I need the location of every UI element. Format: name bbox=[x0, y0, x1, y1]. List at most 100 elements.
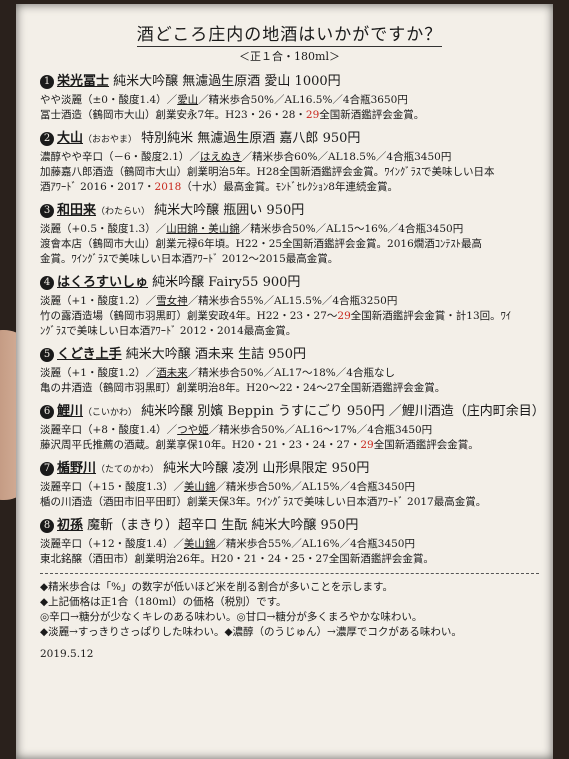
brewery-line: 亀の井酒造（鶴岡市羽黒町）創業明治8年。H20～22・24～27全国新酒鑑評会金… bbox=[40, 381, 539, 396]
brewery-line: 藤沢周平氏推薦の酒蔵。創業享保10年。H20・21・23・24・27・29全国新… bbox=[40, 438, 539, 453]
brand-name: 初孫 bbox=[57, 518, 84, 533]
entry-heading: 1 栄光冨士 純米大吟醸 無濾過生原酒 愛山 1000円 bbox=[40, 72, 539, 93]
spec-line: 濃醇やや辛口（－6・酸度2.1）／はえぬき／精米歩合60%／AL18.5%／4合… bbox=[40, 150, 539, 165]
sake-description: 純米大吟醸 瓶囲い 950円 bbox=[154, 203, 305, 218]
sake-description: 純米大吟醸 凌冽 山形県限定 950円 bbox=[163, 461, 370, 476]
taste-profile: 淡麗辛口（+12・酸度1.4）／ bbox=[40, 538, 184, 550]
entry-heading: 4 はくろすいしゅ 純米吟醸 Fairy55 900円 bbox=[40, 273, 539, 294]
brand-reading: （こいかわ） bbox=[83, 408, 138, 418]
spec-details: ／精米歩合50%／AL16～17%／4合瓶3450円 bbox=[208, 424, 433, 436]
brewery-info-cont: 全国新酒鑑評会金賞。 bbox=[319, 109, 425, 121]
entry-number: 6 bbox=[40, 405, 54, 419]
entry-number: 8 bbox=[40, 519, 54, 533]
note-1: ◆精米歩合は「%」の数字が低いほど米を削る割合が多いことを示します。 bbox=[40, 581, 394, 593]
brand-name: はくろすいしゅ bbox=[57, 275, 149, 290]
sake-description: 純米大吟醸 酒未来 生詰 950円 bbox=[125, 347, 306, 362]
brand-reading: （たてのかわ） bbox=[96, 465, 160, 475]
sake-description: 純米吟醸 Fairy55 900円 bbox=[152, 275, 301, 290]
brand-name: 鯉川 bbox=[57, 404, 84, 419]
award-line: 金賞。ﾜｲﾝｸﾞﾗｽで美味しい日本酒ｱﾜｰﾄﾞ 2012～2015最高金賞。 bbox=[40, 252, 539, 267]
brewery-line: 東北銘醸（酒田市）創業明治26年。H20・21・24・25・27全国新酒鑑評会金… bbox=[40, 552, 539, 567]
brewery-info: 冨士酒造（鶴岡市大山）創業安永7年。H23・26・28・ bbox=[40, 109, 306, 121]
spec-details: ／精米歩合55%／AL15.5%／4合瓶3250円 bbox=[187, 295, 398, 307]
rice-variety: 雪女神 bbox=[156, 295, 188, 307]
menu-date: 2019.5.12 bbox=[40, 648, 94, 660]
brewery-line: 冨士酒造（鶴岡市大山）創業安永7年。H23・26・28・29全国新酒鑑評会金賞。 bbox=[40, 108, 539, 123]
brewery-info: 亀の井酒造（鶴岡市羽黒町）創業明治8年。H20～22・24～27全国新酒鑑評会金… bbox=[40, 382, 446, 394]
rice-variety: 酒未来 bbox=[156, 367, 188, 379]
taste-profile: 淡麗（+1・酸度1.2）／ bbox=[40, 295, 157, 307]
spec-details: ／精米歩合50%／AL15%／4合瓶3450円 bbox=[215, 481, 415, 493]
entry-number: 2 bbox=[40, 132, 54, 146]
rice-variety: はえぬき bbox=[199, 151, 242, 163]
entry-heading: 8 初孫 魔斬（まきり）超辛口 生酛 純米大吟醸 950円 bbox=[40, 516, 539, 537]
sake-entry: 4 はくろすいしゅ 純米吟醸 Fairy55 900円 淡麗（+1・酸度1.2）／雪… bbox=[40, 273, 539, 339]
spec-line: やや淡麗（±0・酸度1.4）／愛山／精米歩合50%／AL16.5%／4合瓶365… bbox=[40, 93, 539, 108]
menu-title: 酒どころ庄内の地酒はいかがですか？ bbox=[136, 25, 443, 47]
entry-heading: 7 楯野川（たてのかわ） 純米大吟醸 凌冽 山形県限定 950円 bbox=[40, 459, 539, 480]
notes: ◆精米歩合は「%」の数字が低いほど米を削る割合が多いことを示します。 ◆上記価格… bbox=[40, 573, 539, 640]
highlight-year: 2018 bbox=[154, 181, 182, 193]
sake-entry: 6 鯉川（こいかわ） 純米吟醸 別嬪 Beppin うすにごり 950円 ／鯉川酒… bbox=[40, 402, 545, 453]
note-4: ◆淡麗→すっきりさっぱりした味わい。◆濃醇（のうじゅん）→濃厚でコクがある味わい… bbox=[40, 626, 462, 638]
note-2: ◆上記価格は正1合（180ml）の価格（税別）です。 bbox=[40, 596, 287, 608]
sake-entry: 5 くどき上手 純米大吟醸 酒未来 生詰 950円 淡麗（+1・酸度1.2）／酒未来… bbox=[40, 345, 539, 396]
spec-details: ／精米歩合50%／AL17～18%／4合瓶なし bbox=[187, 367, 395, 379]
brand-name: 和田来 bbox=[57, 203, 97, 218]
spec-line: 淡麗辛口（+12・酸度1.4）／美山錦／精米歩合55%／AL16%／4合瓶345… bbox=[40, 537, 539, 552]
brand-name: 栄光冨士 bbox=[57, 74, 110, 89]
award-info-cont: （十水）最高金賞。ﾓﾝﾄﾞｾﾚｸｼｮﾝ8年連続金賞。 bbox=[181, 181, 398, 193]
brewery-info: 加藤嘉八郎酒造（鶴岡市大山）創業明治5年。H28全国新酒鑑評会金賞。ﾜｲﾝｸﾞﾗ… bbox=[40, 166, 495, 178]
brewery-info-cont: 全国新酒鑑評会金賞。 bbox=[373, 439, 479, 451]
taste-profile: やや淡麗（±0・酸度1.4）／ bbox=[40, 94, 178, 106]
brand-name: 大山 bbox=[57, 131, 84, 146]
spec-details: ／精米歩合55%／AL16%／4合瓶3450円 bbox=[215, 538, 415, 550]
brewery-info: 楯の川酒造（酒田市旧平田町）創業天保3年。ﾜｲﾝｸﾞﾗｽで美味しい日本酒ｱﾜｰﾄ… bbox=[40, 496, 487, 508]
sake-description: 特別純米 無濾過生原酒 嘉八郎 950円 bbox=[141, 131, 361, 146]
sake-description: 純米吟醸 別嬪 Beppin うすにごり 950円 ／鯉川酒造（庄内町余目） bbox=[141, 404, 545, 419]
rice-variety: 美山錦 bbox=[183, 538, 216, 550]
award-info: ﾝｸﾞﾗｽで美味しい日本酒ｱﾜｰﾄﾞ 2012・2014最高金賞。 bbox=[40, 325, 297, 337]
serving-size: ＜正１合・180ml＞ bbox=[239, 50, 340, 63]
entry-number: 7 bbox=[40, 462, 54, 476]
brand-name: くどき上手 bbox=[57, 347, 122, 362]
spec-line: 淡麗辛口（+8・酸度1.4）／つや姫／精米歩合50%／AL16～17%／4合瓶3… bbox=[40, 423, 539, 438]
spec-line: 淡麗（+0.5・酸度1.3）／山田錦・美山錦／精米歩合50%／AL15～16%／… bbox=[40, 222, 539, 237]
brand-reading: （おおやま） bbox=[83, 135, 138, 145]
taste-profile: 淡麗辛口（+15・酸度1.3）／ bbox=[40, 481, 184, 493]
spec-details: ／精米歩合50%／AL16.5%／4合瓶3650円 bbox=[198, 94, 408, 106]
brand-reading: （わたらい） bbox=[96, 207, 151, 217]
entry-heading: 5 くどき上手 純米大吟醸 酒未来 生詰 950円 bbox=[40, 345, 539, 366]
entry-heading: 2 大山（おおやま） 特別純米 無濾過生原酒 嘉八郎 950円 bbox=[40, 129, 539, 150]
sake-entry: 8 初孫 魔斬（まきり）超辛口 生酛 純米大吟醸 950円 淡麗辛口（+12・酸度1… bbox=[40, 516, 539, 567]
spec-line: 淡麗辛口（+15・酸度1.3）／美山錦／精米歩合50%／AL15%／4合瓶345… bbox=[40, 480, 539, 495]
entry-heading: 3 和田来（わたらい） 純米大吟醸 瓶囲い 950円 bbox=[40, 201, 539, 222]
taste-profile: 濃醇やや辛口（－6・酸度2.1）／ bbox=[40, 151, 200, 163]
spec-details: ／精米歩合50%／AL15～16%／4合瓶3450円 bbox=[239, 223, 464, 235]
menu-sheet: 酒どころ庄内の地酒はいかがですか？ ＜正１合・180ml＞ 1 栄光冨士 純米大吟… bbox=[16, 4, 553, 759]
sake-description: 魔斬（まきり）超辛口 生酛 純米大吟醸 950円 bbox=[87, 518, 359, 533]
highlight-year: 29 bbox=[337, 310, 351, 322]
brewery-info: 藤沢周平氏推薦の酒蔵。創業享保10年。H20・21・23・24・27・ bbox=[40, 439, 361, 451]
sake-list: 1 栄光冨士 純米大吟醸 無濾過生原酒 愛山 1000円 やや淡麗（±0・酸度1.4… bbox=[40, 72, 545, 567]
sake-entry: 7 楯野川（たてのかわ） 純米大吟醸 凌冽 山形県限定 950円 淡麗辛口（+15・… bbox=[40, 459, 539, 510]
entry-heading: 6 鯉川（こいかわ） 純米吟醸 別嬪 Beppin うすにごり 950円 ／鯉川酒… bbox=[40, 402, 545, 423]
award-line: ﾝｸﾞﾗｽで美味しい日本酒ｱﾜｰﾄﾞ 2012・2014最高金賞。 bbox=[40, 324, 539, 339]
entry-number: 5 bbox=[40, 348, 54, 362]
entry-number: 4 bbox=[40, 276, 54, 290]
brewery-info: 竹の露酒造場（鶴岡市羽黒町）創業安政4年。H22・23・27～ bbox=[40, 310, 338, 322]
sake-entry: 3 和田来（わたらい） 純米大吟醸 瓶囲い 950円 淡麗（+0.5・酸度1.3）／… bbox=[40, 201, 539, 267]
spec-line: 淡麗（+1・酸度1.2）／雪女神／精米歩合55%／AL15.5%／4合瓶3250… bbox=[40, 294, 539, 309]
entry-number: 3 bbox=[40, 204, 54, 218]
taste-profile: 淡麗辛口（+8・酸度1.4）／ bbox=[40, 424, 178, 436]
rice-variety: 愛山 bbox=[177, 94, 199, 106]
brewery-info: 渡會本店（鶴岡市大山）創業元禄6年頃。H22・25全国新酒鑑評会金賞。2016燗… bbox=[40, 238, 483, 250]
highlight-year: 29 bbox=[360, 439, 374, 451]
note-3: ◎辛口→糖分が少なくキレのある味わい。◎甘口→糖分が多くまろやかな味わい。 bbox=[40, 611, 423, 623]
spec-details: ／精米歩合60%／AL18.5%／4合瓶3450円 bbox=[241, 151, 452, 163]
rice-variety: つや姫 bbox=[177, 424, 209, 436]
entry-number: 1 bbox=[40, 75, 54, 89]
award-info: 酒ｱﾜｰﾄﾞ 2016・2017・ bbox=[40, 181, 155, 193]
taste-profile: 淡麗（+1・酸度1.2）／ bbox=[40, 367, 157, 379]
brewery-line: 加藤嘉八郎酒造（鶴岡市大山）創業明治5年。H28全国新酒鑑評会金賞。ﾜｲﾝｸﾞﾗ… bbox=[40, 165, 539, 180]
